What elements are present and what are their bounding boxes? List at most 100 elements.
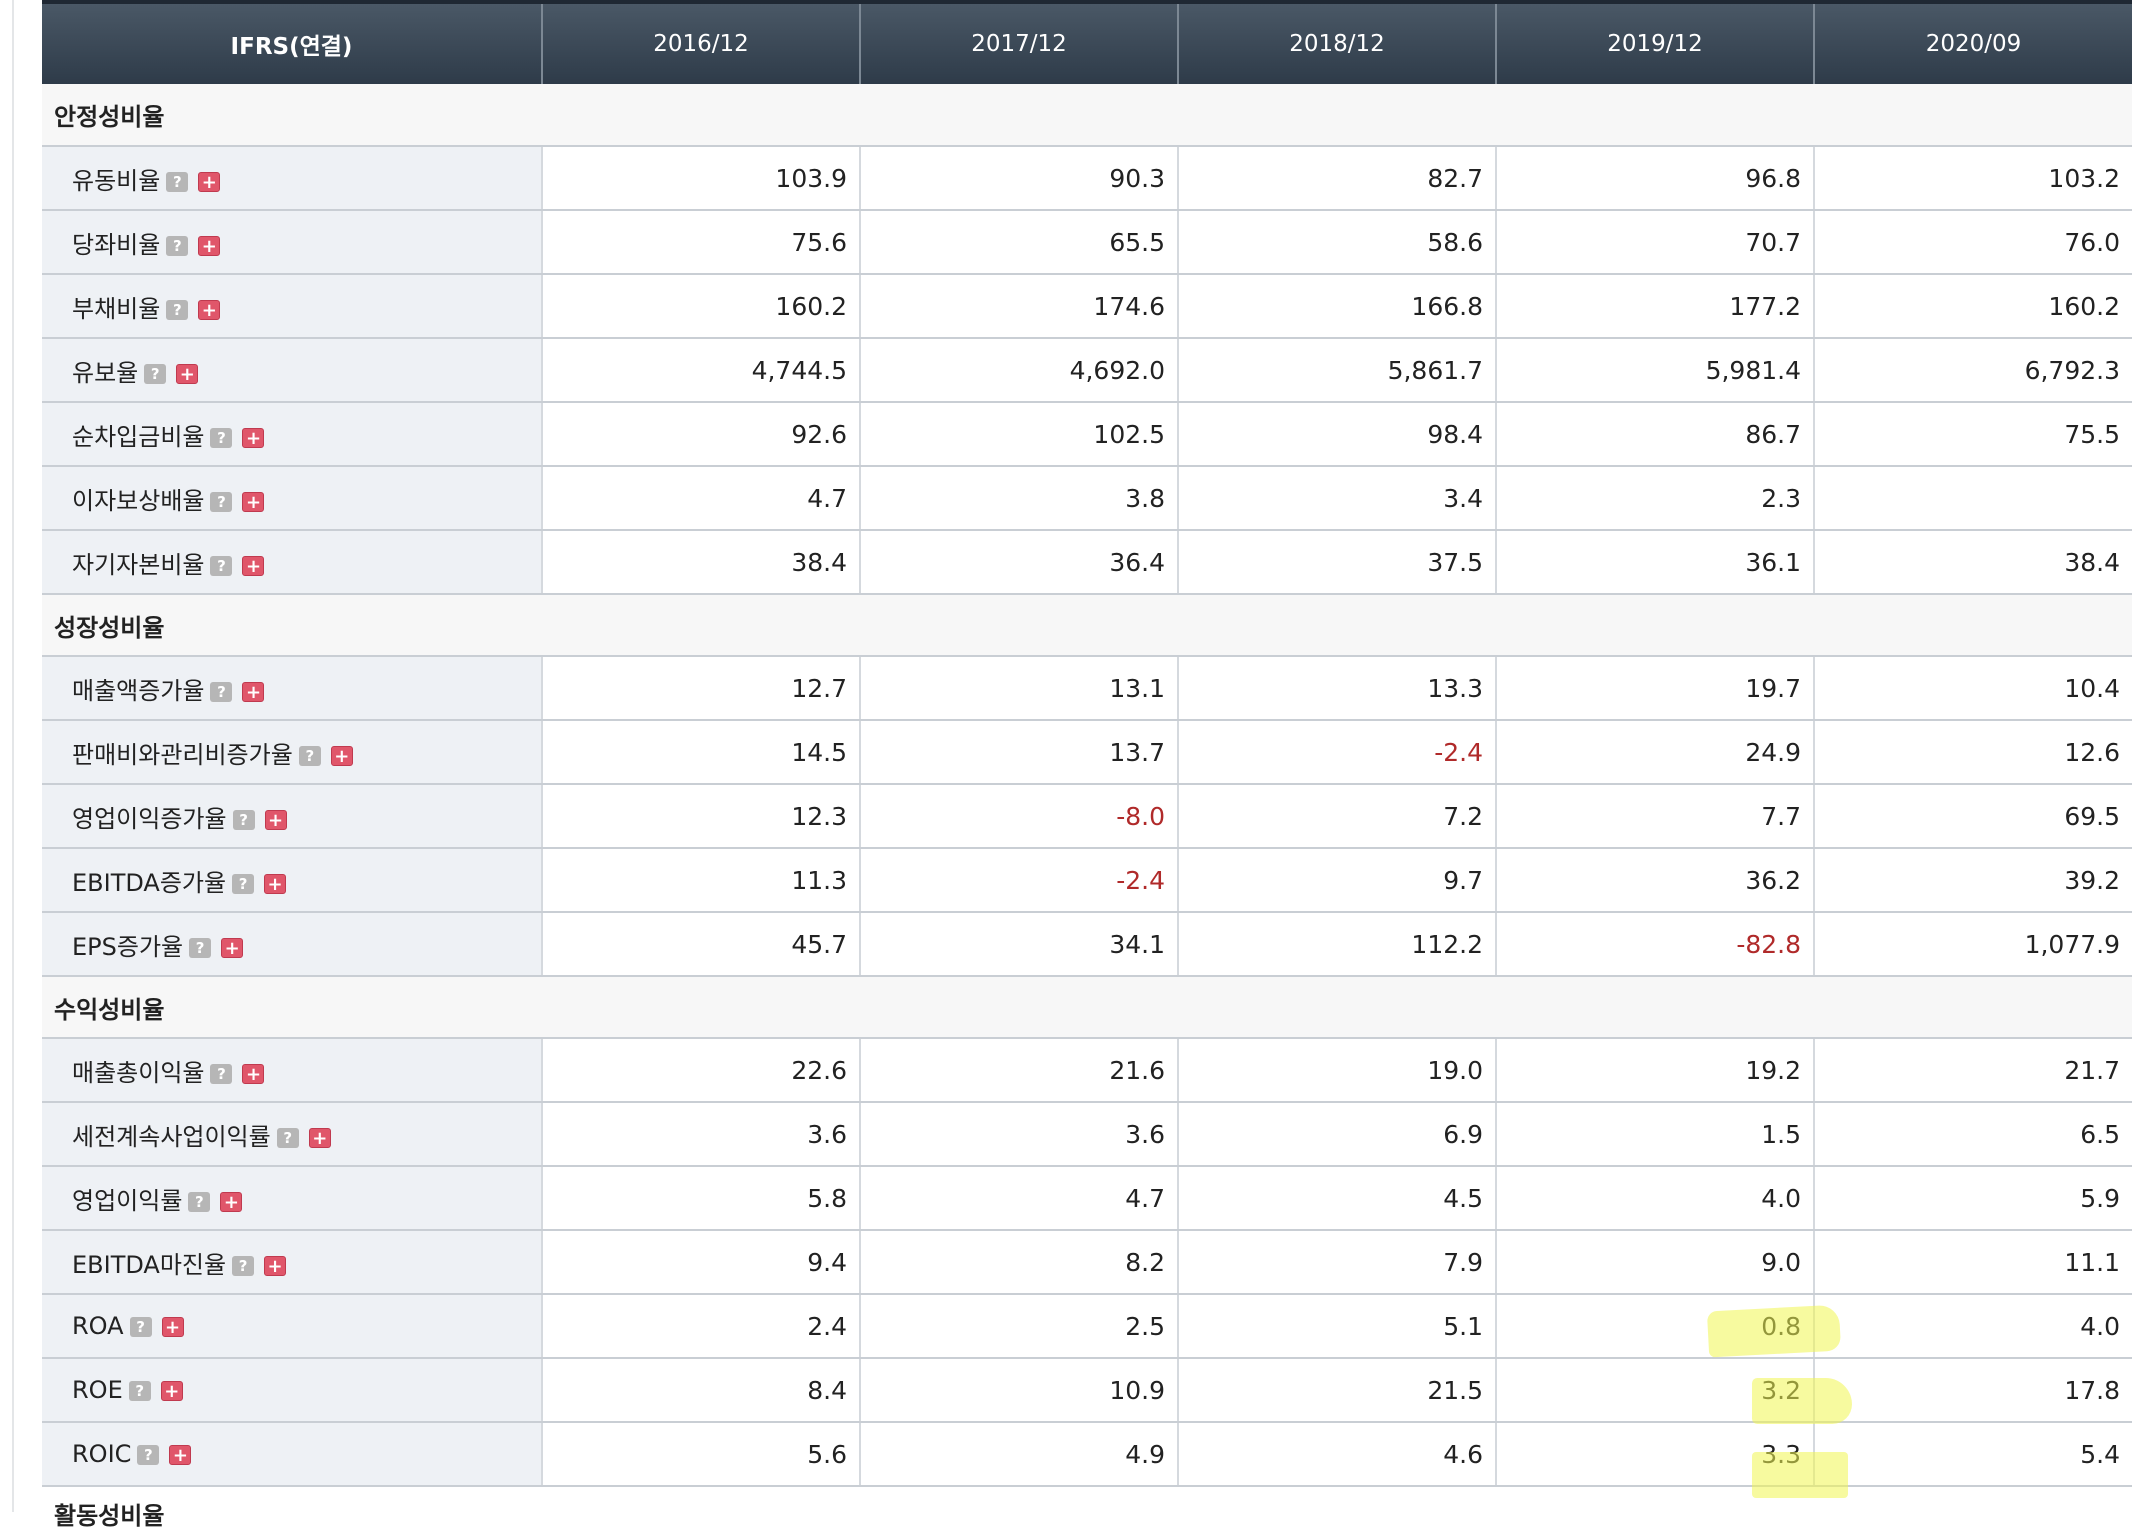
row-label-cell: EBITDA마진율? +: [42, 1230, 542, 1295]
plus-icon[interactable]: +: [169, 1445, 192, 1466]
row-label: ROIC: [72, 1440, 132, 1468]
value-cell: 58.6: [1177, 210, 1496, 275]
header-ifrs-label: IFRS(연결): [42, 0, 542, 84]
value-cell: 102.5: [859, 402, 1178, 467]
value-cell: 5.1: [1177, 1294, 1496, 1359]
question-icon[interactable]: ?: [189, 937, 212, 958]
value-cell: 6,792.3: [1813, 338, 2132, 403]
plus-icon[interactable]: +: [221, 937, 244, 958]
plus-icon[interactable]: +: [242, 491, 265, 512]
value-cell: 9.0: [1495, 1230, 1814, 1295]
value-cell: 103.9: [541, 146, 860, 211]
value-cell: 4.7: [541, 466, 860, 531]
row-label-cell: ROE? +: [42, 1358, 542, 1423]
financial-ratio-table: IFRS(연결) 2016/12 2017/12 2018/12 2019/12 202…: [42, 0, 2132, 1487]
value-cell: 166.8: [1177, 274, 1496, 339]
question-icon[interactable]: ?: [276, 1127, 299, 1148]
question-icon[interactable]: ?: [137, 1445, 160, 1465]
section-row: 성장성비율: [42, 594, 2132, 657]
question-icon[interactable]: ?: [188, 1191, 211, 1212]
value-cell: 12.7: [541, 656, 860, 721]
row-label-cell: 자기자본비율? +: [42, 530, 542, 595]
plus-icon[interactable]: +: [198, 235, 221, 256]
table-row: 부채비율? +160.2 174.6 166.8 177.2 160.2: [42, 274, 2132, 339]
question-icon[interactable]: ?: [232, 873, 255, 894]
plus-icon[interactable]: +: [308, 1127, 331, 1148]
row-label-cell: ROA? +: [42, 1294, 542, 1359]
plus-icon[interactable]: +: [160, 1381, 183, 1402]
table-body: 안정성비율 유동비율? +103.9 90.3 82.7 96.8 103.2 당좌비율? +7…: [42, 84, 2132, 1487]
value-cell: 13.7: [859, 720, 1178, 785]
question-icon[interactable]: ?: [210, 1063, 233, 1084]
plus-icon[interactable]: +: [161, 1317, 184, 1338]
row-label: 이자보상배율: [72, 486, 205, 515]
value-cell: 9.7: [1177, 848, 1496, 913]
table-row: 이자보상배율? +4.7 3.8 3.4 2.3: [42, 466, 2132, 531]
row-label-cell: 매출액증가율? +: [42, 656, 542, 721]
value-cell: 0.8: [1495, 1294, 1814, 1359]
plus-icon[interactable]: +: [198, 299, 221, 320]
table-header-row: IFRS(연결) 2016/12 2017/12 2018/12 2019/12 202…: [42, 0, 2132, 84]
value-cell: 5,981.4: [1495, 338, 1814, 403]
value-cell: 4.6: [1177, 1422, 1496, 1487]
row-label-cell: 유동비율? +: [42, 146, 542, 211]
value-cell: 19.7: [1495, 656, 1814, 721]
value-cell: -8.0: [859, 784, 1178, 849]
question-icon[interactable]: ?: [232, 1255, 255, 1276]
plus-icon[interactable]: +: [242, 427, 265, 448]
question-icon[interactable]: ?: [166, 235, 189, 256]
table-row: EPS증가율? +45.7 34.1 112.2 -82.8 1,077.9: [42, 912, 2132, 977]
value-cell: 5.6: [541, 1422, 860, 1487]
value-cell: 70.7: [1495, 210, 1814, 275]
question-icon[interactable]: ?: [210, 491, 233, 512]
row-label-cell: EBITDA증가율? +: [42, 848, 542, 913]
table-row: 영업이익증가율? +12.3 -8.0 7.2 7.7 69.5: [42, 784, 2132, 849]
row-label-cell: 이자보상배율? +: [42, 466, 542, 531]
value-cell: 65.5: [859, 210, 1178, 275]
value-cell: 4.7: [859, 1166, 1178, 1231]
table-row: 유동비율? +103.9 90.3 82.7 96.8 103.2: [42, 146, 2132, 211]
value-cell: 36.1: [1495, 530, 1814, 595]
question-icon[interactable]: ?: [166, 171, 189, 192]
row-label: 순차입금비율: [72, 422, 205, 451]
value-cell: 45.7: [541, 912, 860, 977]
plus-icon[interactable]: +: [264, 873, 287, 894]
value-cell: 6.9: [1177, 1102, 1496, 1167]
plus-icon[interactable]: +: [242, 681, 265, 702]
plus-icon[interactable]: +: [264, 809, 287, 830]
value-cell: 37.5: [1177, 530, 1496, 595]
question-icon[interactable]: ?: [298, 745, 321, 766]
question-icon[interactable]: ?: [210, 681, 233, 702]
value-cell: 8.4: [541, 1358, 860, 1423]
value-cell: 76.0: [1813, 210, 2132, 275]
value-cell: 17.8: [1813, 1358, 2132, 1423]
value-cell: 12.3: [541, 784, 860, 849]
question-icon[interactable]: ?: [232, 809, 255, 830]
question-icon[interactable]: ?: [144, 363, 167, 384]
table-row: EBITDA마진율? +9.4 8.2 7.9 9.0 11.1: [42, 1230, 2132, 1295]
value-cell: -82.8: [1495, 912, 1814, 977]
plus-icon[interactable]: +: [242, 1063, 265, 1084]
section-row: 수익성비율: [42, 976, 2132, 1039]
value-cell: [1813, 466, 2132, 531]
table-row: 유보율? +4,744.5 4,692.0 5,861.7 5,981.4 6,792.3: [42, 338, 2132, 403]
value-cell: 174.6: [859, 274, 1178, 339]
plus-icon[interactable]: +: [330, 745, 353, 766]
table-row: 자기자본비율? +38.4 36.4 37.5 36.1 38.4: [42, 530, 2132, 595]
plus-icon[interactable]: +: [264, 1255, 287, 1276]
question-icon[interactable]: ?: [129, 1317, 152, 1337]
plus-icon[interactable]: +: [176, 363, 199, 384]
plus-icon[interactable]: +: [220, 1191, 243, 1212]
plus-icon[interactable]: +: [198, 171, 221, 192]
plus-icon[interactable]: +: [242, 555, 265, 576]
value-cell: 86.7: [1495, 402, 1814, 467]
question-icon[interactable]: ?: [210, 427, 233, 448]
value-cell: 160.2: [1813, 274, 2132, 339]
question-icon[interactable]: ?: [128, 1381, 151, 1401]
question-icon[interactable]: ?: [166, 299, 189, 320]
value-cell: -2.4: [1177, 720, 1496, 785]
value-cell: 7.2: [1177, 784, 1496, 849]
question-icon[interactable]: ?: [210, 555, 233, 576]
value-cell: 160.2: [541, 274, 860, 339]
value-cell: 92.6: [541, 402, 860, 467]
